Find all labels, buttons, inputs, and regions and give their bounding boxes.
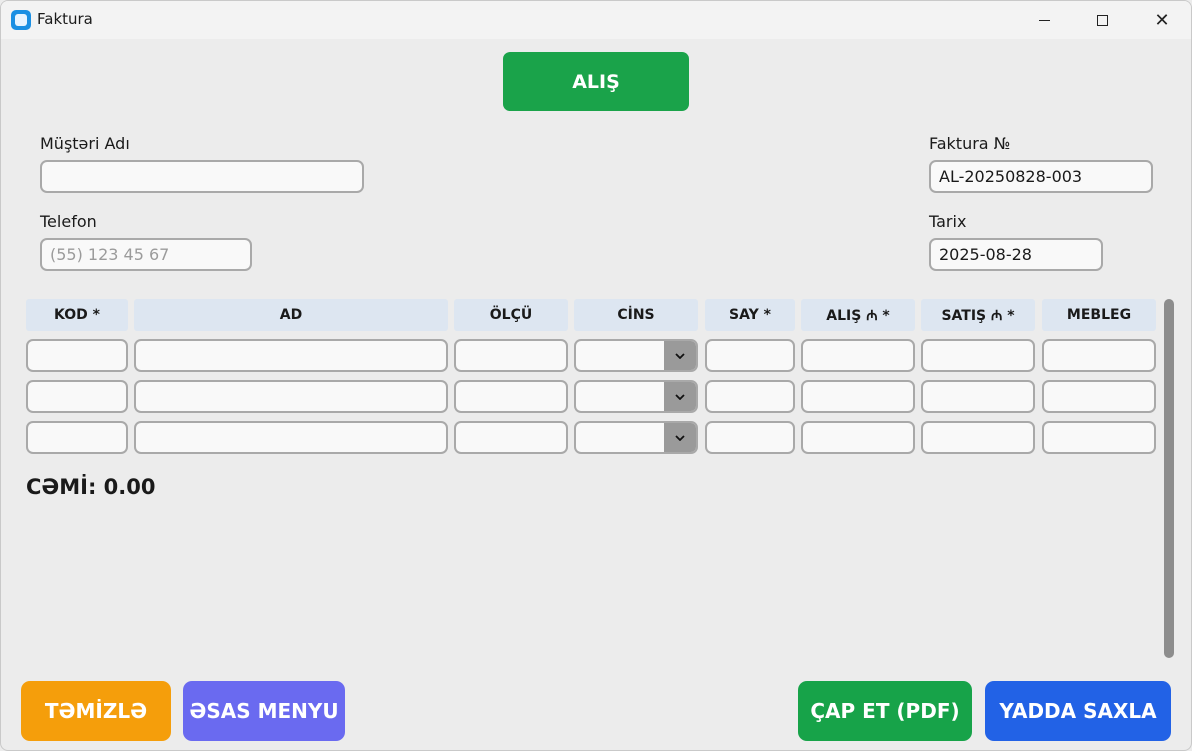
- maximize-button[interactable]: [1073, 1, 1131, 39]
- quantity-input-row-1[interactable]: [705, 339, 795, 372]
- type-select-row-3[interactable]: [574, 421, 698, 454]
- app-icon: [11, 10, 31, 30]
- column-header-amount: MEBLEG: [1042, 299, 1156, 331]
- sale-price-input-row-3[interactable]: [921, 421, 1035, 454]
- main-menu-button[interactable]: ƏSAS MENYU: [183, 681, 345, 741]
- code-input-row-1[interactable]: [26, 339, 128, 372]
- save-button[interactable]: YADDA SAXLA: [985, 681, 1171, 741]
- close-button[interactable]: ✕: [1133, 1, 1191, 39]
- chevron-down-icon[interactable]: [664, 382, 696, 411]
- invoice-number-input[interactable]: AL-20250828-003: [929, 160, 1153, 193]
- column-header-quantity: SAY *: [705, 299, 795, 331]
- invoice-number-label: Faktura №: [929, 134, 1011, 153]
- column-header-sale-price: SATIŞ ₼ *: [921, 299, 1035, 331]
- customer-name-label: Müştəri Adı: [40, 134, 130, 153]
- invoice-window: Faktura ✕ ALIŞ Müştəri Adı Telefon (55) …: [0, 0, 1192, 751]
- quantity-input-row-3[interactable]: [705, 421, 795, 454]
- minimize-button[interactable]: [1015, 1, 1073, 39]
- column-header-type: CİNS: [574, 299, 698, 331]
- purchase-price-input-row-3[interactable]: [801, 421, 915, 454]
- chevron-down-icon[interactable]: [664, 423, 696, 452]
- name-input-row-3[interactable]: [134, 421, 448, 454]
- amount-input-row-2[interactable]: [1042, 380, 1156, 413]
- code-input-row-3[interactable]: [26, 421, 128, 454]
- minimize-icon: [1038, 19, 1050, 21]
- window-title: Faktura: [37, 10, 93, 28]
- type-select-row-2[interactable]: [574, 380, 698, 413]
- column-header-code: KOD *: [26, 299, 128, 331]
- type-select-row-1[interactable]: [574, 339, 698, 372]
- purchase-mode-button[interactable]: ALIŞ: [503, 52, 689, 111]
- maximize-icon: [1096, 14, 1108, 26]
- chevron-down-icon[interactable]: [664, 341, 696, 370]
- amount-input-row-3[interactable]: [1042, 421, 1156, 454]
- close-icon: ✕: [1154, 9, 1170, 31]
- title-bar: Faktura ✕: [1, 1, 1191, 39]
- amount-input-row-1[interactable]: [1042, 339, 1156, 372]
- purchase-price-input-row-1[interactable]: [801, 339, 915, 372]
- customer-name-input[interactable]: [40, 160, 364, 193]
- vertical-scrollbar[interactable]: [1164, 299, 1174, 658]
- unit-input-row-1[interactable]: [454, 339, 568, 372]
- sale-price-input-row-2[interactable]: [921, 380, 1035, 413]
- sale-price-input-row-1[interactable]: [921, 339, 1035, 372]
- column-header-unit: ÖLÇÜ: [454, 299, 568, 331]
- name-input-row-2[interactable]: [134, 380, 448, 413]
- name-input-row-1[interactable]: [134, 339, 448, 372]
- clear-button[interactable]: TƏMİZLƏ: [21, 681, 171, 741]
- phone-label: Telefon: [40, 212, 97, 231]
- date-label: Tarix: [929, 212, 967, 231]
- column-header-purchase-price: ALIŞ ₼ *: [801, 299, 915, 331]
- quantity-input-row-2[interactable]: [705, 380, 795, 413]
- print-pdf-button[interactable]: ÇAP ET (PDF): [798, 681, 972, 741]
- date-input[interactable]: 2025-08-28: [929, 238, 1103, 271]
- purchase-price-input-row-2[interactable]: [801, 380, 915, 413]
- phone-input[interactable]: (55) 123 45 67: [40, 238, 252, 271]
- column-header-name: AD: [134, 299, 448, 331]
- total-amount: CƏMİ: 0.00: [26, 475, 156, 499]
- code-input-row-2[interactable]: [26, 380, 128, 413]
- unit-input-row-2[interactable]: [454, 380, 568, 413]
- unit-input-row-3[interactable]: [454, 421, 568, 454]
